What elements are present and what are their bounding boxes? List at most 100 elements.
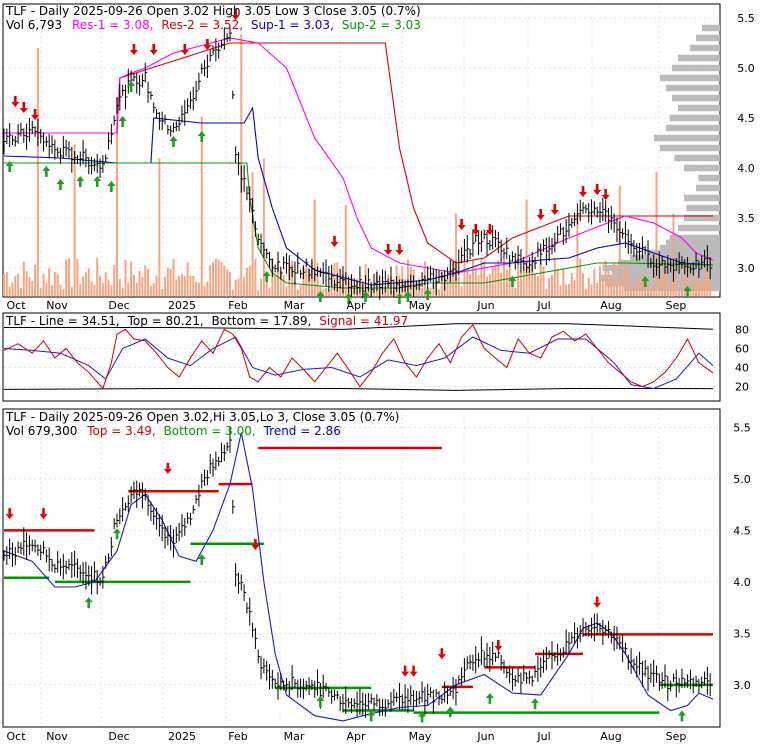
volume-bar <box>454 213 457 296</box>
volume-bar <box>124 259 127 296</box>
panel1-sup2: Sup-2 = 3.03 <box>342 18 421 32</box>
volume-bar <box>65 259 68 296</box>
volume-bar <box>621 276 624 296</box>
volume-bar <box>39 287 42 296</box>
panel2-title: TLF - Line = 34.51, <box>5 314 120 328</box>
y-tick-label: 3.5 <box>737 212 755 225</box>
down-arrow-shaft <box>8 508 11 515</box>
down-arrow-shaft <box>42 508 45 515</box>
volume-bar <box>113 264 116 296</box>
up-arrow-shaft <box>686 291 689 297</box>
volume-profile-bar <box>666 124 720 132</box>
volume-bar <box>166 267 169 296</box>
up-arrow-shaft <box>121 121 124 127</box>
volume-bar <box>274 275 277 296</box>
volume-bar <box>82 276 85 296</box>
x-tick-label: Jul <box>536 730 550 743</box>
volume-bar <box>96 257 99 296</box>
up-arrow-shaft <box>78 181 82 187</box>
volume-bar <box>457 276 460 296</box>
volume-bar <box>48 268 51 296</box>
up-arrow-shaft <box>45 171 48 177</box>
volume-bar <box>706 274 709 296</box>
volume-bar <box>666 287 669 296</box>
y-tick-label: 4.0 <box>733 576 751 589</box>
volume-bar <box>438 289 441 296</box>
down-arrow-shaft <box>22 102 26 108</box>
price-y-ticks: 5.5 5.0 4.5 4.0 3.5 3.0 <box>737 12 755 275</box>
down-arrow-shaft <box>595 184 599 190</box>
panel1-volume: Vol 6,793 <box>6 18 62 32</box>
volume-bar <box>34 264 37 296</box>
up-arrow-shaft <box>87 602 91 609</box>
volume-bar <box>147 268 150 296</box>
price-x-ticks: Oct Nov Dec 2025 Feb Mar Apr May Jun Jul Aug Sep <box>6 299 686 312</box>
down-arrow-shaft <box>581 186 585 192</box>
volume-bar <box>248 266 251 296</box>
volume-bar <box>59 284 62 296</box>
y-tick-label: 4.5 <box>733 524 751 537</box>
down-arrow-shaft <box>403 665 407 672</box>
volume-bar <box>627 271 630 296</box>
volume-bar <box>135 282 138 296</box>
volume-bar <box>45 282 48 296</box>
volume-bar <box>180 274 183 296</box>
volume-bar <box>175 279 178 296</box>
volume-bar <box>661 272 664 296</box>
stock-chart-canvas: 5.5 5.0 4.5 4.0 3.5 3.0 Oct Nov Dec 2025 Feb Mar Ap… <box>2 3 755 743</box>
volume-bar <box>519 272 522 296</box>
volume-bar <box>553 257 556 296</box>
volume-bar <box>155 275 158 296</box>
volume-profile-bar <box>696 34 720 42</box>
volume-bar <box>570 273 573 296</box>
down-arrow-shaft <box>386 244 390 250</box>
panel1-sup1: Sup-1 = 3.03, <box>251 18 334 32</box>
x-tick-label: Mar <box>284 730 305 743</box>
x-tick-label: Jul <box>536 299 550 312</box>
volume-profile-bar <box>654 134 720 142</box>
y-tick-label: 40 <box>735 362 749 375</box>
volume-bar <box>697 279 700 296</box>
up-arrow-shaft <box>319 701 322 708</box>
volume-bar <box>99 275 102 296</box>
volume-bar <box>587 277 590 296</box>
y-tick-label: 3.5 <box>733 627 751 640</box>
x-tick-label: Oct <box>6 299 26 312</box>
volume-profile-bar <box>684 194 720 202</box>
x-tick-label: Feb <box>228 730 247 743</box>
panel3-top: Top = 3.49, <box>86 424 155 438</box>
volume-bar <box>186 262 189 296</box>
volume-profile-bar <box>660 144 720 152</box>
volume-bar <box>579 258 582 296</box>
volume-bar <box>596 282 599 296</box>
volume-bar <box>76 258 79 296</box>
x-tick-label: Sep <box>666 299 687 312</box>
down-arrow-shaft <box>333 236 336 242</box>
x-tick-label: Jun <box>476 299 494 312</box>
up-arrow-shaft <box>59 184 62 190</box>
panel1-res2: Res-2 = 3.52, <box>161 18 243 32</box>
volume-bar <box>243 277 246 296</box>
volume-bar <box>101 282 104 296</box>
volume-bar <box>635 274 638 296</box>
down-arrow-shaft <box>152 44 156 50</box>
up-arrow-shaft <box>172 141 175 147</box>
y-tick-label: 60 <box>735 342 749 355</box>
volume-bar <box>183 275 186 296</box>
x-tick-label: May <box>409 730 432 743</box>
volume-bar <box>584 289 587 296</box>
volume-bar <box>630 287 633 296</box>
volume-bar <box>652 288 655 296</box>
volume-bar <box>638 282 641 296</box>
volume-bar <box>152 283 155 296</box>
panel3-volume: Vol 679,300 <box>6 424 77 438</box>
price-panel-frame <box>2 3 721 298</box>
volume-bar <box>446 278 449 296</box>
volume-bar <box>313 199 316 296</box>
volume-bar <box>565 284 568 296</box>
y-tick-label: 20 <box>735 381 749 394</box>
volume-bar <box>172 258 175 296</box>
volume-profile-bar <box>678 104 720 112</box>
volume-bar <box>542 266 545 296</box>
volume-bar <box>138 270 141 296</box>
